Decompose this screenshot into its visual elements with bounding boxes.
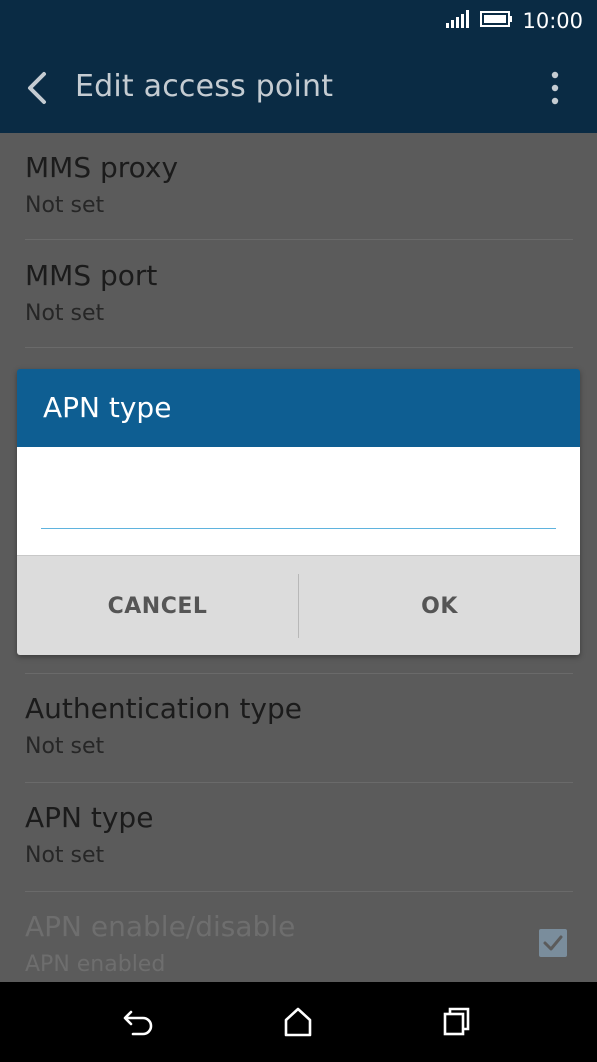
dialog-title: APN type (43, 391, 172, 424)
page-title: Edit access point (75, 69, 334, 104)
list-item-title: MMS proxy (25, 151, 179, 184)
signal-icon (446, 10, 470, 32)
nav-recents-button[interactable] (439, 1004, 475, 1040)
list-item-authentication-type[interactable]: Authentication type Not set (0, 674, 597, 782)
list-item-value: Not set (25, 193, 105, 218)
more-vert-icon (543, 71, 567, 113)
list-item-title: APN type (25, 801, 154, 834)
recents-icon (439, 1007, 475, 1044)
list-item-mms-port[interactable]: MMS port Not set (0, 240, 597, 348)
list-item-title: APN enable/disable (25, 910, 296, 943)
list-item-value: Not set (25, 843, 105, 868)
battery-icon (480, 11, 513, 31)
list-item-title: Authentication type (25, 692, 302, 725)
list-item-value: APN enabled (25, 952, 166, 977)
overflow-menu-button[interactable] (543, 69, 567, 109)
cancel-button[interactable]: CANCEL (17, 556, 298, 655)
nav-back-button[interactable] (121, 1004, 157, 1040)
app-bar: Edit access point (0, 44, 597, 133)
apn-type-dialog: APN type CANCEL OK (17, 369, 580, 655)
nav-home-button[interactable] (280, 1004, 316, 1040)
dialog-header: APN type (17, 369, 580, 447)
list-item-title: MMS port (25, 259, 158, 292)
back-arrow-icon (121, 1010, 157, 1044)
list-item-apn-type[interactable]: APN type Not set (0, 783, 597, 891)
list-item-value: Not set (25, 734, 105, 759)
home-icon (280, 1007, 316, 1044)
dialog-body (17, 447, 580, 555)
status-bar: 10:00 (0, 0, 597, 44)
navigation-bar (0, 982, 597, 1062)
status-time: 10:00 (522, 9, 583, 33)
list-item-apn-enable[interactable]: APN enable/disable APN enabled (0, 892, 597, 982)
ok-button[interactable]: OK (299, 556, 580, 655)
list-item-mms-proxy[interactable]: MMS proxy Not set (0, 133, 597, 240)
chevron-left-icon (20, 72, 60, 114)
back-button[interactable] (20, 66, 60, 110)
dialog-actions: CANCEL OK (17, 555, 580, 655)
apn-enabled-checkbox[interactable] (539, 929, 567, 957)
list-item-value: Not set (25, 301, 105, 326)
divider (25, 347, 573, 348)
status-icons: 10:00 (446, 9, 583, 33)
check-icon (539, 935, 567, 961)
apn-type-input[interactable] (41, 477, 556, 529)
